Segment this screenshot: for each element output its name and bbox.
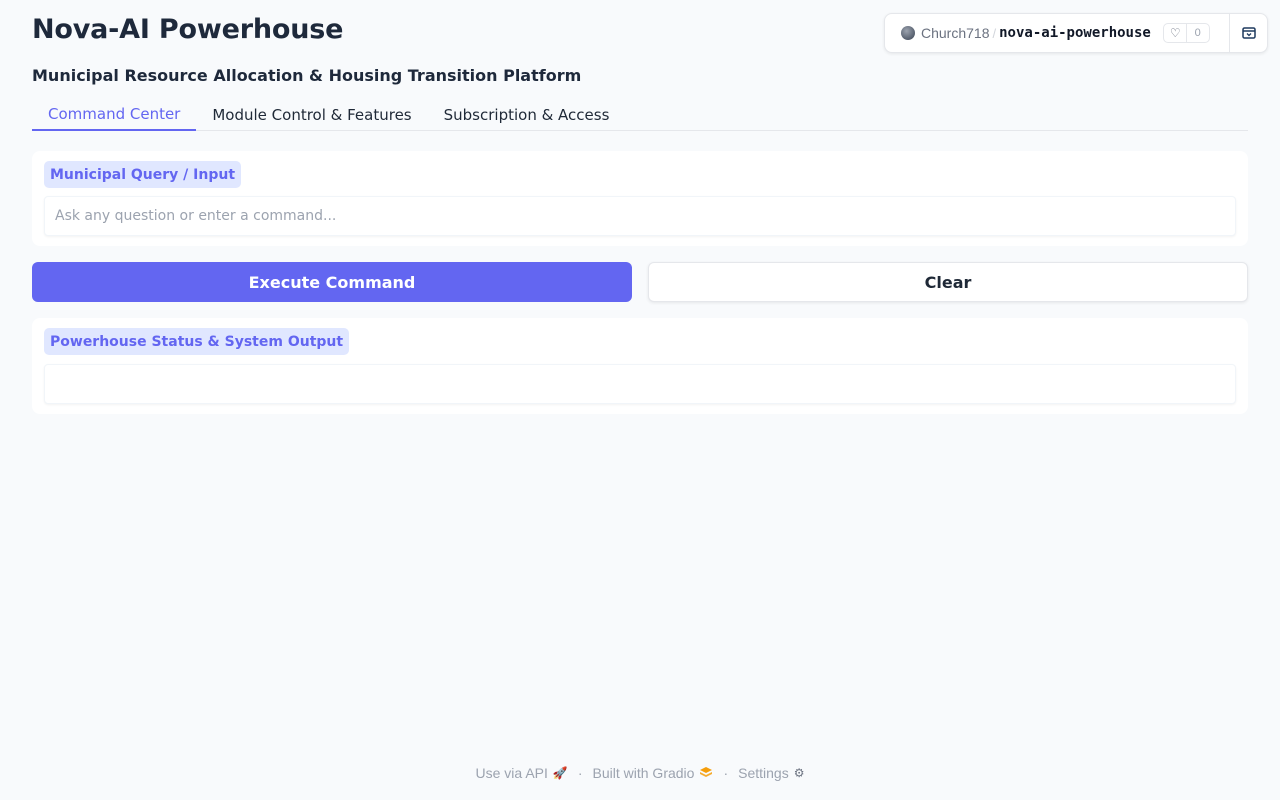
tab-command-center[interactable]: Command Center	[32, 99, 197, 131]
page-title: Nova-AI Powerhouse	[32, 14, 344, 45]
tab-module-control[interactable]: Module Control & Features	[196, 99, 427, 131]
gear-icon: ⚙	[793, 766, 805, 780]
avatar[interactable]	[901, 26, 915, 40]
like-count: 0	[1194, 27, 1201, 39]
tab-subscription[interactable]: Subscription & Access	[428, 99, 626, 131]
gradio-logo-icon	[699, 766, 713, 781]
output-textbox[interactable]	[45, 365, 1235, 403]
path-separator: /	[992, 25, 997, 41]
api-link-label: Use via API	[475, 765, 548, 781]
execute-command-button[interactable]: Execute Command	[32, 262, 632, 302]
settings-link[interactable]: Settings ⚙	[738, 765, 804, 781]
query-field	[44, 196, 1236, 236]
page-subtitle: Municipal Resource Allocation & Housing …	[32, 66, 582, 85]
space-badge: Church718 / nova-ai-powerhouse ♡ 0	[884, 13, 1268, 53]
query-input[interactable]	[45, 197, 1235, 235]
tab-bar: Command Center Module Control & Features…	[32, 99, 1248, 131]
collapse-button[interactable]	[1229, 14, 1267, 52]
output-field	[44, 364, 1236, 404]
rocket-icon: 🚀	[552, 766, 568, 780]
page: Nova-AI Powerhouse Municipal Resource Al…	[0, 0, 1280, 800]
space-owner-link[interactable]: Church718	[921, 25, 990, 41]
settings-link-label: Settings	[738, 765, 789, 781]
output-label: Powerhouse Status & System Output	[44, 328, 350, 355]
footer-separator: ·	[723, 765, 729, 781]
clear-button[interactable]: Clear	[648, 262, 1248, 302]
use-via-api-link[interactable]: Use via API 🚀	[476, 765, 568, 781]
like-button[interactable]: ♡ 0	[1162, 23, 1210, 43]
heart-icon: ♡	[1164, 24, 1187, 42]
space-repo-link[interactable]: nova-ai-powerhouse	[999, 25, 1151, 41]
footer: Use via API 🚀 · Built with Gradio · Sett…	[0, 762, 1280, 784]
query-label: Municipal Query / Input	[44, 161, 242, 188]
built-with-gradio-link[interactable]: Built with Gradio	[593, 765, 714, 781]
footer-separator: ·	[577, 765, 583, 781]
collapse-icon	[1241, 27, 1256, 39]
query-panel: Municipal Query / Input	[32, 151, 1248, 246]
gradio-link-label: Built with Gradio	[592, 765, 695, 781]
output-panel: Powerhouse Status & System Output	[32, 318, 1248, 414]
